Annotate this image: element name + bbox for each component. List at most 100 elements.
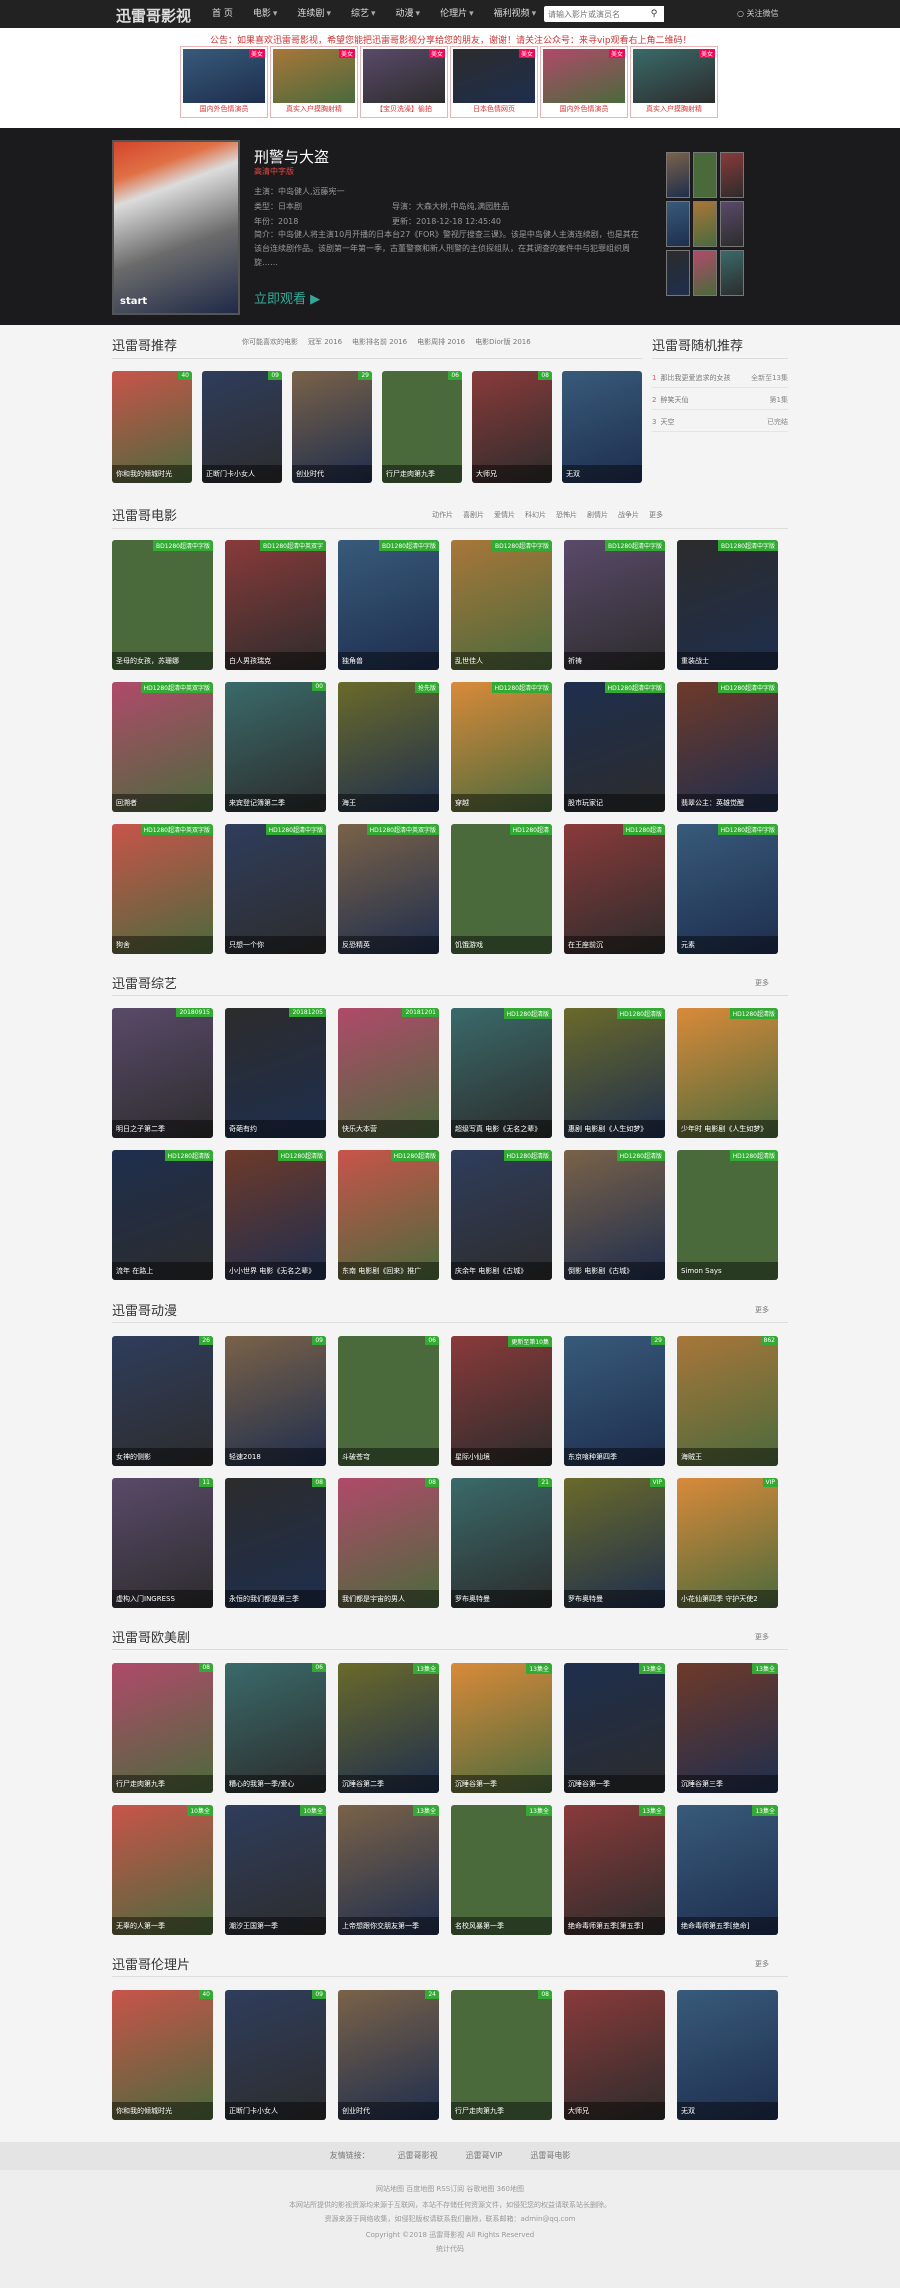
hero-poster[interactable]: start [112, 140, 240, 315]
poster-card[interactable]: 20180915 明日之子第二季 [112, 1008, 213, 1138]
poster-card[interactable]: 08 永恒的我们都是第三季 [225, 1478, 326, 1608]
hero-thumbnail[interactable] [693, 152, 717, 198]
category-tab[interactable]: 爱情片 [494, 510, 515, 520]
random-item[interactable]: 2 醉笑天仙 第1集 [652, 390, 788, 410]
poster-card[interactable]: BD1280超清中字版 独角兽 [338, 540, 439, 670]
ad-item[interactable]: 美女 【宝贝洗澡】偷拍 [360, 46, 448, 118]
poster-card[interactable]: 13集全 上帝想跟你交朋友第一季 [338, 1805, 439, 1935]
poster-card[interactable]: 无双 [677, 1990, 778, 2120]
poster-card[interactable]: 13集全 绝命毒师第五季[绝命] [677, 1805, 778, 1935]
nav-item[interactable]: 首 页 [202, 0, 243, 28]
poster-card[interactable]: VIP 小花仙第四季 守护天使2 [677, 1478, 778, 1608]
poster-card[interactable]: 09 正断门卡小女人 [225, 1990, 326, 2120]
ethics-more[interactable]: 更多 [755, 1959, 769, 1969]
poster-card[interactable]: HD1280超清版 东南 电影剧《回来》推广 [338, 1150, 439, 1280]
poster-card[interactable]: HD1280超清版 Simon Says [677, 1150, 778, 1280]
nav-item[interactable]: 福利视频 ▾ [484, 0, 547, 28]
poster-card[interactable]: HD1280超清 饥饿游戏 [451, 824, 552, 954]
footer-sitemap-links[interactable]: 网站地图 百度地图 RSS订阅 谷歌地图 360地图 [0, 2184, 900, 2194]
category-tab[interactable]: 更多 [649, 510, 663, 520]
random-item[interactable]: 1 那比我更爱追求的女孩 全新至13集 [652, 368, 788, 388]
hero-thumbnail[interactable] [720, 250, 744, 296]
hero-thumbnail[interactable] [720, 152, 744, 198]
friend-link[interactable]: 迅雷哥VIP [466, 2142, 503, 2170]
poster-card[interactable]: 大师兄 [564, 1990, 665, 2120]
poster-card[interactable]: HD1280超清版 惠剧 电影剧《人生如梦》 [564, 1008, 665, 1138]
poster-card[interactable]: 08 行尸走肉第九季 [112, 1663, 213, 1793]
poster-card[interactable]: 10集全 无辜的人第一季 [112, 1805, 213, 1935]
poster-card[interactable]: 06 行尸走肉第九季 [382, 371, 462, 483]
nav-item[interactable]: 电影 ▾ [243, 0, 288, 28]
poster-card[interactable]: BD1280超清中字版 重装战士 [677, 540, 778, 670]
poster-card[interactable]: HD1280超清版 倒影 电影剧《古城》 [564, 1150, 665, 1280]
poster-card[interactable]: 11 虚构入门INGRESS [112, 1478, 213, 1608]
poster-card[interactable]: HD1280超清版 少年时 电影剧《人生如梦》 [677, 1008, 778, 1138]
variety-more[interactable]: 更多 [755, 978, 769, 988]
category-tab[interactable]: 电影Dior版 2016 [475, 337, 531, 347]
poster-card[interactable]: 09 轻速2018 [225, 1336, 326, 1466]
hero-thumbnail[interactable] [666, 201, 690, 247]
hero-thumbnail[interactable] [693, 250, 717, 296]
poster-card[interactable]: 20181201 快乐大本营 [338, 1008, 439, 1138]
poster-card[interactable]: 06 糟心的我第一季/爱心 [225, 1663, 326, 1793]
poster-card[interactable]: HD1280超清版 超级写真 电影《无名之辈》 [451, 1008, 552, 1138]
poster-card[interactable]: 更新至第10集 星际小仙境 [451, 1336, 552, 1466]
poster-card[interactable]: HD1280超清 在王座前沉 [564, 824, 665, 954]
poster-card[interactable]: HD1280超清中英双字版 回溯者 [112, 682, 213, 812]
poster-card[interactable]: HD1280超清中字版 股市玩家记 [564, 682, 665, 812]
poster-card[interactable]: 08 行尸走肉第九季 [451, 1990, 552, 2120]
poster-card[interactable]: 09 正断门卡小女人 [202, 371, 282, 483]
poster-card[interactable]: HD1280超清中英双字版 狗舍 [112, 824, 213, 954]
poster-card[interactable]: HD1280超清版 庆余年 电影剧《古城》 [451, 1150, 552, 1280]
poster-card[interactable]: HD1280超清版 流年 在路上 [112, 1150, 213, 1280]
category-tab[interactable]: 喜剧片 [463, 510, 484, 520]
poster-card[interactable]: BD1280超清中英双字 白人男孩瑞克 [225, 540, 326, 670]
ad-item[interactable]: 美女 日本色情网页 [450, 46, 538, 118]
poster-card[interactable]: 13集全 沉睡谷第一季 [451, 1663, 552, 1793]
poster-card[interactable]: 26 女神的侧影 [112, 1336, 213, 1466]
friend-link[interactable]: 迅雷哥电影 [530, 2142, 570, 2170]
ad-item[interactable]: 美女 真实入户摸胸射精 [630, 46, 718, 118]
nav-item[interactable]: 伦理片 ▾ [430, 0, 484, 28]
poster-card[interactable]: 13集全 绝命毒师第五季[第五季] [564, 1805, 665, 1935]
ad-item[interactable]: 美女 国内外色情演员 [180, 46, 268, 118]
site-logo[interactable]: 迅雷哥影视 [116, 5, 191, 26]
poster-card[interactable]: 08 大师兄 [472, 371, 552, 483]
poster-card[interactable]: 13集全 沉睡谷第一季 [564, 1663, 665, 1793]
poster-card[interactable]: 29 创业时代 [292, 371, 372, 483]
random-item[interactable]: 3 天空 已完结 [652, 412, 788, 432]
poster-card[interactable]: HD1280超清中字版 穿越 [451, 682, 552, 812]
hero-thumbnail[interactable] [720, 201, 744, 247]
ad-item[interactable]: 美女 真实入户摸胸射精 [270, 46, 358, 118]
nav-item[interactable]: 动漫 ▾ [386, 0, 431, 28]
poster-card[interactable]: HD1280超清中英双字版 反恐精英 [338, 824, 439, 954]
hero-thumbnail[interactable] [666, 250, 690, 296]
poster-card[interactable]: 06 斗破苍穹 [338, 1336, 439, 1466]
follow-wechat-link[interactable]: ○ 关注微信 [737, 0, 779, 28]
poster-card[interactable]: HD1280超清中字版 翡翠公主：英雄觉醒 [677, 682, 778, 812]
poster-card[interactable]: HD1280超清中字版 只想一个你 [225, 824, 326, 954]
hero-thumbnail[interactable] [693, 201, 717, 247]
search-icon[interactable]: ⚲ [644, 6, 664, 22]
category-tab[interactable]: 动作片 [432, 510, 453, 520]
ad-item[interactable]: 美女 国内外色情演员 [540, 46, 628, 118]
poster-card[interactable]: 08 我们都是宇宙的男人 [338, 1478, 439, 1608]
poster-card[interactable]: 无双 [562, 371, 642, 483]
poster-card[interactable]: BD1280超清中字版 乱世佳人 [451, 540, 552, 670]
category-tab[interactable]: 战争片 [618, 510, 639, 520]
category-tab[interactable]: 恐怖片 [556, 510, 577, 520]
hero-title[interactable]: 刑警与大盗 [254, 146, 329, 167]
hero-thumbnail[interactable] [666, 152, 690, 198]
poster-card[interactable]: 13集全 沉睡谷第二季 [338, 1663, 439, 1793]
category-tab[interactable]: 你可能喜欢的电影 [242, 337, 298, 347]
poster-card[interactable]: 862 海贼王 [677, 1336, 778, 1466]
category-tab[interactable]: 剧情片 [587, 510, 608, 520]
search-input[interactable] [544, 6, 644, 22]
western-more[interactable]: 更多 [755, 1632, 769, 1642]
category-tab[interactable]: 冠军 2016 [308, 337, 342, 347]
poster-card[interactable]: 21 罗布奥特曼 [451, 1478, 552, 1608]
poster-card[interactable]: 抢先版 海王 [338, 682, 439, 812]
poster-card[interactable]: 24 创业时代 [338, 1990, 439, 2120]
category-tab[interactable]: 电影排名前 2016 [352, 337, 407, 347]
poster-card[interactable]: 40 你和我的倾城时光 [112, 1990, 213, 2120]
